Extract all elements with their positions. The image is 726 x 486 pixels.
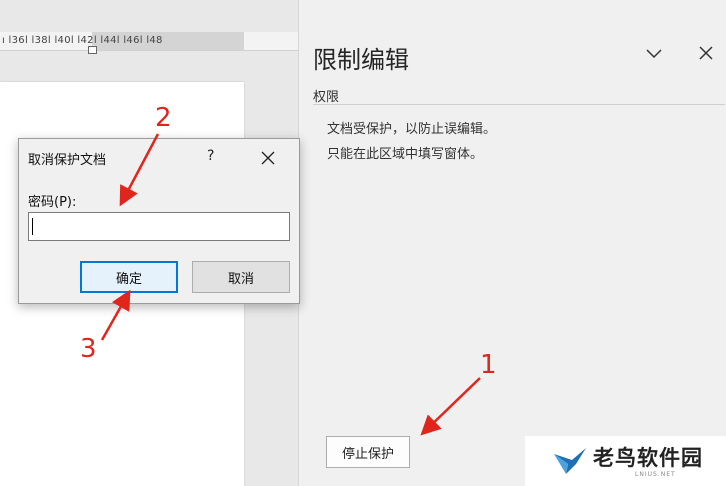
annotation-number-1: 1: [480, 350, 497, 380]
unprotect-document-dialog: 取消保护文档 ? 密码(P): 确定 取消: [18, 138, 300, 304]
permissions-label: 权限: [313, 90, 340, 105]
password-label: 密码(P):: [28, 195, 77, 210]
watermark-text: 老鸟软件园: [593, 446, 703, 470]
close-icon[interactable]: [697, 44, 715, 62]
annotation-number-3: 3: [80, 334, 97, 364]
panel-title: 限制编辑: [313, 46, 409, 74]
bird-logo-icon: [554, 448, 586, 474]
protection-scope-text: 只能在此区域中填写窗体。: [327, 147, 484, 162]
text-cursor: [32, 218, 33, 235]
cancel-button[interactable]: 取消: [192, 261, 290, 293]
stop-protection-button[interactable]: 停止保护: [326, 436, 410, 468]
ruler-indent-marker[interactable]: [88, 46, 97, 54]
annotation-number-2: 2: [155, 103, 172, 133]
chevron-down-icon[interactable]: [645, 44, 663, 62]
section-divider: [313, 104, 725, 105]
protection-status-text: 文档受保护，以防止误编辑。: [327, 122, 497, 137]
watermark-subtext: LNIUS.NET: [635, 471, 676, 478]
site-watermark: 老鸟软件园 LNIUS.NET: [525, 436, 726, 486]
help-button[interactable]: ?: [207, 148, 214, 164]
password-input[interactable]: [28, 212, 290, 241]
ok-button[interactable]: 确定: [80, 261, 178, 293]
ruler-labels: ı l36l l38l l40l l42l l44l l46l l48: [2, 35, 163, 46]
dialog-title: 取消保护文档: [28, 153, 107, 168]
horizontal-ruler: ı l36l l38l l40l l42l l44l l46l l48: [0, 32, 298, 51]
restrict-editing-panel: 限制编辑 权限 文档受保护，以防止误编辑。 只能在此区域中填写窗体。 停止保护: [298, 0, 726, 486]
dialog-close-icon[interactable]: [261, 151, 275, 165]
